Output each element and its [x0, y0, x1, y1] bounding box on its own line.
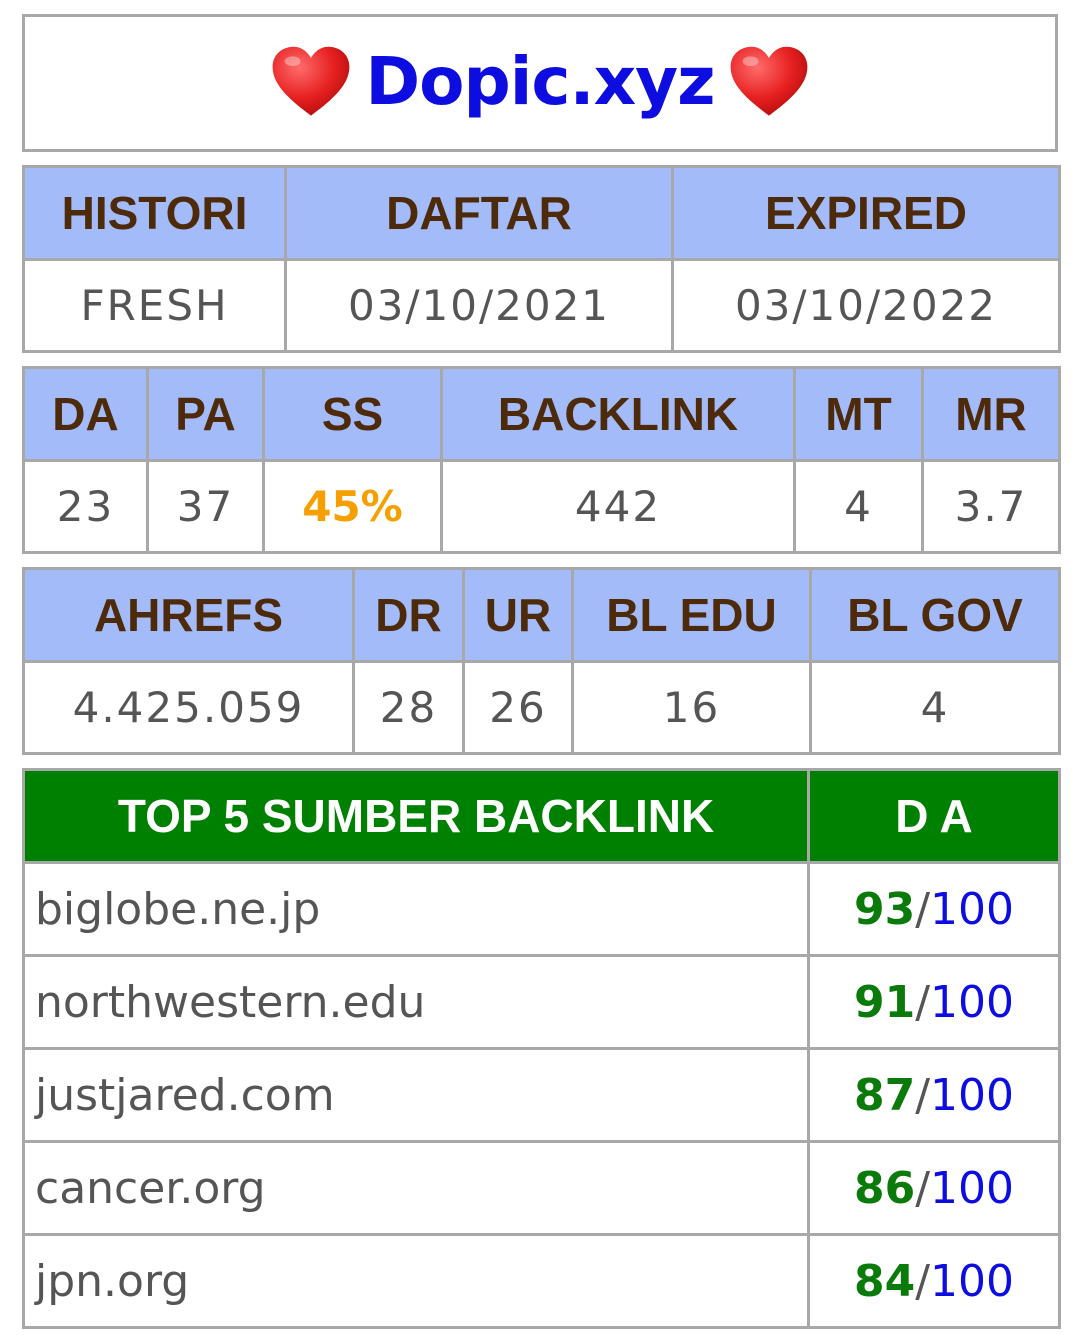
site-title-cell: Dopic.xyz [22, 14, 1058, 152]
site-title: Dopic.xyz [365, 43, 715, 121]
header-da-score: D A [807, 768, 1061, 864]
table-row: northwestern.edu 91/100 [22, 954, 1061, 1050]
top-backlinks-table: TOP 5 SUMBER BACKLINK D A biglobe.ne.jp … [22, 768, 1061, 1329]
table-row: cancer.org 86/100 [22, 1140, 1061, 1236]
da-value: 91 [853, 976, 916, 1028]
table-row: biglobe.ne.jp 93/100 [22, 861, 1061, 957]
header-backlink: BACKLINK [440, 366, 796, 462]
da-value: 93 [853, 883, 916, 935]
backlink-da: 84/100 [807, 1233, 1061, 1329]
value-mt: 4 [793, 459, 924, 554]
da-value: 84 [853, 1255, 916, 1307]
value-bl-gov: 4 [809, 660, 1061, 755]
da-separator: / [915, 1069, 931, 1121]
title-box: Dopic.xyz [22, 14, 1058, 152]
header-expired: EXPIRED [671, 165, 1061, 261]
header-daftar: DAFTAR [284, 165, 674, 261]
header-mr: MR [921, 366, 1061, 462]
header-bl-gov: BL GOV [809, 567, 1061, 663]
value-da: 23 [22, 459, 149, 554]
heart-icon [272, 46, 350, 116]
backlink-source: cancer.org [22, 1140, 810, 1236]
table-row: justjared.com 87/100 [22, 1047, 1061, 1143]
value-histori: FRESH [22, 258, 287, 353]
da-separator: / [915, 1255, 931, 1307]
da-max: 100 [930, 883, 1015, 935]
da-max: 100 [930, 976, 1015, 1028]
da-max: 100 [930, 1255, 1015, 1307]
backlink-da: 87/100 [807, 1047, 1061, 1143]
header-ahrefs: AHREFS [22, 567, 355, 663]
backlink-da: 86/100 [807, 1140, 1061, 1236]
table-row: jpn.org 84/100 [22, 1233, 1061, 1329]
domain-info-table: HISTORI DAFTAR EXPIRED FRESH 03/10/2021 … [22, 165, 1061, 353]
header-bl-edu: BL EDU [571, 567, 812, 663]
heart-icon [730, 46, 807, 116]
moz-metrics-table: DA PA SS BACKLINK MT MR 23 37 45% 442 4 … [22, 366, 1061, 554]
value-dr: 28 [352, 660, 465, 755]
da-separator: / [915, 1162, 931, 1214]
da-separator: / [915, 976, 931, 1028]
backlink-source: northwestern.edu [22, 954, 810, 1050]
value-ss: 45% [262, 459, 443, 554]
value-backlink: 442 [440, 459, 796, 554]
backlink-source: biglobe.ne.jp [22, 861, 810, 957]
value-bl-edu: 16 [571, 660, 812, 755]
value-ahrefs: 4.425.059 [22, 660, 355, 755]
header-dr: DR [352, 567, 465, 663]
backlink-da: 91/100 [807, 954, 1061, 1050]
header-ss: SS [262, 366, 443, 462]
backlink-da: 93/100 [807, 861, 1061, 957]
value-expired: 03/10/2022 [671, 258, 1061, 353]
value-daftar: 03/10/2021 [284, 258, 674, 353]
da-separator: / [915, 883, 931, 935]
header-top-sources: TOP 5 SUMBER BACKLINK [22, 768, 810, 864]
value-ur: 26 [462, 660, 574, 755]
da-value: 87 [853, 1069, 916, 1121]
header-pa: PA [146, 366, 265, 462]
value-mr: 3.7 [921, 459, 1061, 554]
header-ur: UR [462, 567, 574, 663]
header-mt: MT [793, 366, 924, 462]
header-da: DA [22, 366, 149, 462]
da-value: 86 [853, 1162, 916, 1214]
backlink-source: jpn.org [22, 1233, 810, 1329]
backlink-source: justjared.com [22, 1047, 810, 1143]
value-pa: 37 [146, 459, 265, 554]
da-max: 100 [930, 1162, 1015, 1214]
ahrefs-metrics-table: AHREFS DR UR BL EDU BL GOV 4.425.059 28 … [22, 567, 1061, 755]
header-histori: HISTORI [22, 165, 287, 261]
da-max: 100 [930, 1069, 1015, 1121]
